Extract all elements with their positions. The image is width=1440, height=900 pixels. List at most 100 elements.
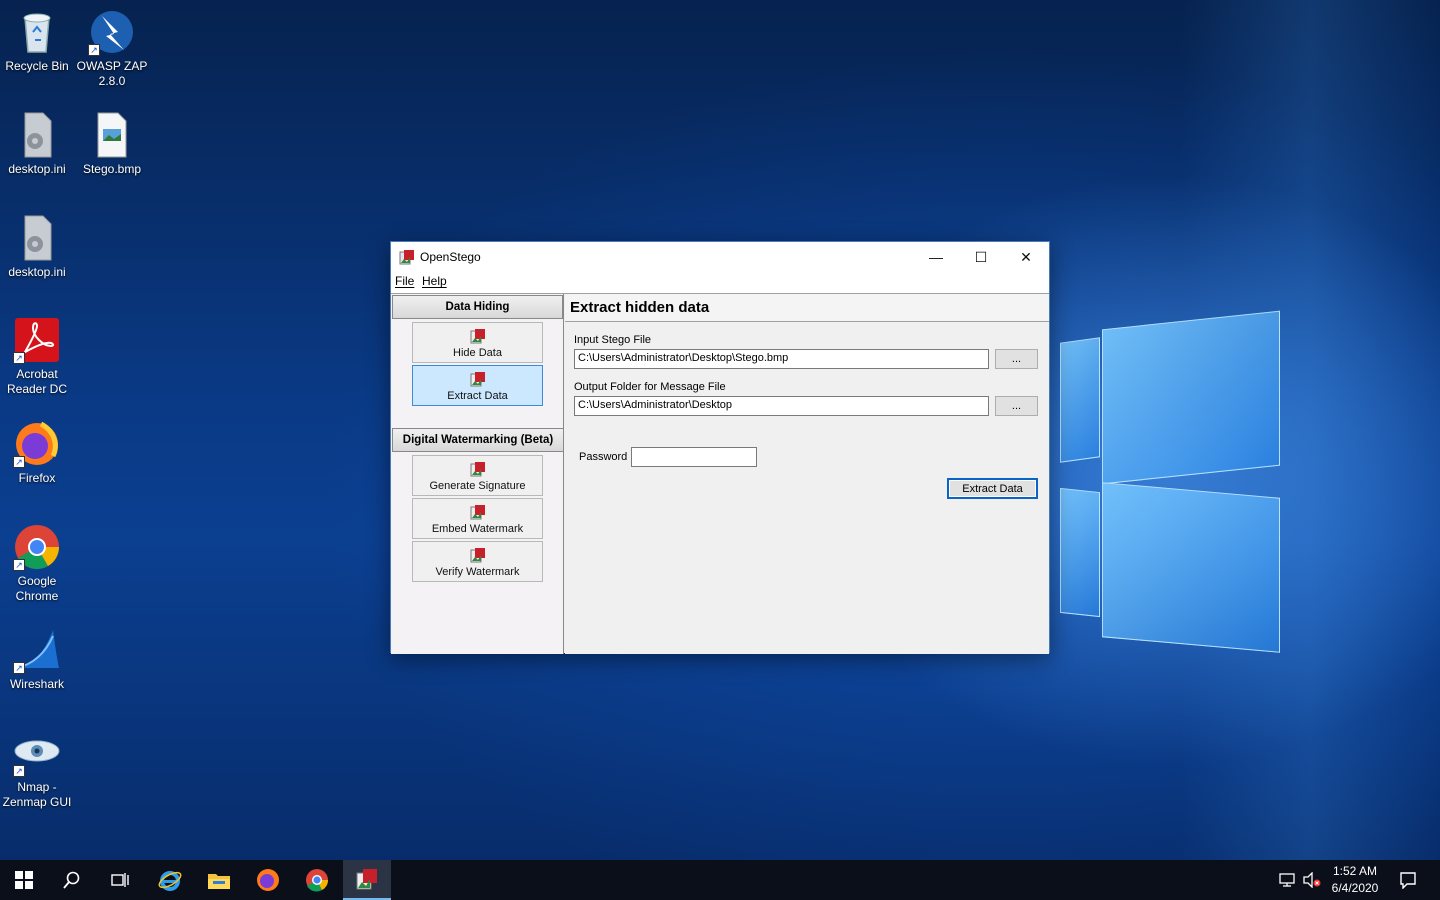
owasp-zap-label-line2: 2.8.0: [98, 74, 126, 88]
openstego-taskbar-button[interactable]: [343, 860, 391, 900]
menu-help[interactable]: Help: [422, 274, 447, 288]
system-tray: [1276, 860, 1326, 900]
minimize-button[interactable]: —: [913, 242, 959, 272]
chrome-label-line2: Chrome: [15, 589, 59, 603]
data-hiding-header[interactable]: Data Hiding: [392, 295, 563, 319]
clock[interactable]: 1:52 AM 6/4/2020: [1328, 860, 1382, 900]
internet-explorer-icon: [158, 871, 182, 891]
firefox-item[interactable]: ↗ Firefox: [0, 420, 74, 486]
notification-icon: [1400, 872, 1416, 889]
extract-data-icon: [470, 371, 486, 387]
desktop-ini-label-2: desktop.ini: [8, 265, 66, 279]
chrome-taskbar-button[interactable]: [293, 860, 341, 900]
folder-icon: [208, 874, 230, 889]
verify-watermark-icon: [470, 547, 486, 563]
owasp-zap-label-line1: OWASP ZAP: [76, 59, 148, 73]
clock-time: 1:52 AM: [1332, 864, 1378, 878]
windows-start-icon: [15, 871, 33, 889]
browse-output-button[interactable]: ...: [995, 396, 1038, 416]
task-view-button[interactable]: [96, 860, 144, 900]
extract-data-label: Extract Data: [447, 390, 508, 402]
openstego-icon: [356, 869, 377, 890]
password-field[interactable]: [631, 447, 757, 467]
shortcut-arrow-icon: ↗: [13, 662, 25, 674]
openstego-app-icon: [399, 249, 415, 265]
firefox-icon: [257, 869, 279, 891]
acrobat-icon: ↗: [13, 316, 61, 364]
recycle-bin-icon-item[interactable]: Recycle Bin: [0, 8, 74, 74]
chrome-label-line1: Google: [17, 574, 57, 588]
verify-watermark-nav-button[interactable]: Verify Watermark: [412, 541, 543, 582]
window-body: Data Hiding Hide Data Extract Data Digit…: [391, 293, 1049, 654]
wireshark-item[interactable]: ↗ Wireshark: [0, 626, 74, 692]
menu-bar: File Help: [391, 272, 1049, 292]
shortcut-arrow-icon: ↗: [13, 456, 25, 468]
window-title: OpenStego: [420, 250, 481, 264]
close-button[interactable]: ✕: [1003, 242, 1049, 272]
embed-watermark-nav-button[interactable]: Embed Watermark: [412, 498, 543, 539]
acrobat-label-line2: Reader DC: [6, 382, 68, 396]
bitmap-file-icon: [88, 111, 136, 159]
watermarking-header[interactable]: Digital Watermarking (Beta): [392, 428, 564, 452]
desktop-ini-item-1[interactable]: desktop.ini: [0, 111, 74, 177]
maximize-button[interactable]: ☐: [958, 242, 1004, 272]
output-folder-field[interactable]: C:\Users\Administrator\Desktop: [574, 396, 989, 416]
shortcut-arrow-icon: ↗: [13, 765, 25, 777]
nmap-item[interactable]: ↗ Nmap - Zenmap GUI: [0, 729, 74, 810]
generate-signature-label: Generate Signature: [429, 480, 526, 492]
search-icon: [63, 871, 80, 889]
shortcut-arrow-icon: ↗: [88, 44, 100, 56]
recycle-bin-icon: [13, 8, 61, 56]
recycle-bin-label: Recycle Bin: [5, 59, 69, 73]
action-center-button[interactable]: [1384, 860, 1432, 900]
file-explorer-taskbar-button[interactable]: [195, 860, 243, 900]
generate-signature-icon: [470, 461, 486, 477]
nmap-label-line2: Zenmap GUI: [2, 795, 72, 809]
menu-file[interactable]: File: [395, 274, 414, 288]
volume-muted-icon: [1303, 872, 1321, 888]
acrobat-item[interactable]: ↗ Acrobat Reader DC: [0, 316, 74, 397]
wireshark-fin-icon: ↗: [13, 626, 61, 674]
chrome-icon: [306, 869, 329, 892]
extract-data-button[interactable]: Extract Data: [947, 478, 1038, 499]
shortcut-arrow-icon: ↗: [13, 559, 25, 571]
desktop-ini-item-2[interactable]: desktop.ini: [0, 214, 74, 280]
title-bar[interactable]: OpenStego — ☐ ✕: [391, 242, 1049, 272]
password-label: Password: [579, 451, 628, 463]
search-button[interactable]: [48, 860, 96, 900]
embed-watermark-label: Embed Watermark: [431, 523, 524, 535]
stego-bmp-item[interactable]: Stego.bmp: [75, 111, 149, 177]
browse-input-button[interactable]: ...: [995, 349, 1038, 369]
wireshark-label: Wireshark: [9, 677, 64, 691]
settings-file-icon: [13, 111, 61, 159]
panel-title: Extract hidden data: [565, 294, 1049, 322]
acrobat-label-line1: Acrobat: [16, 367, 58, 381]
network-icon: [1279, 873, 1295, 887]
start-button[interactable]: [0, 860, 48, 900]
clock-date: 6/4/2020: [1331, 881, 1379, 895]
navigation-pane: Data Hiding Hide Data Extract Data Digit…: [391, 294, 564, 654]
input-stego-file-field[interactable]: C:\Users\Administrator\Desktop\Stego.bmp: [574, 349, 989, 369]
owasp-zap-icon: ↗: [88, 8, 136, 56]
hide-data-icon: [470, 328, 486, 344]
extract-data-nav-button[interactable]: Extract Data: [412, 365, 543, 406]
firefox-taskbar-button[interactable]: [244, 860, 292, 900]
nmap-eye-icon: ↗: [13, 729, 61, 777]
generate-signature-nav-button[interactable]: Generate Signature: [412, 455, 543, 496]
stego-bmp-label: Stego.bmp: [82, 162, 142, 176]
firefox-icon: ↗: [13, 420, 61, 468]
chrome-icon: ↗: [13, 523, 61, 571]
hide-data-label: Hide Data: [453, 347, 502, 359]
verify-watermark-label: Verify Watermark: [435, 566, 520, 578]
settings-file-icon: [13, 214, 61, 262]
desktop-ini-label-1: desktop.ini: [8, 162, 66, 176]
openstego-window: OpenStego — ☐ ✕ File Help Data Hiding Hi…: [390, 241, 1050, 654]
hide-data-nav-button[interactable]: Hide Data: [412, 322, 543, 363]
input-stego-file-label: Input Stego File: [574, 334, 652, 346]
embed-watermark-icon: [470, 504, 486, 520]
taskbar: 1:52 AM 6/4/2020: [0, 860, 1440, 900]
internet-explorer-taskbar-button[interactable]: [146, 860, 194, 900]
nmap-label-line1: Nmap -: [17, 780, 57, 794]
owasp-zap-item[interactable]: ↗ OWASP ZAP 2.8.0: [75, 8, 149, 89]
chrome-item[interactable]: ↗ Google Chrome: [0, 523, 74, 604]
